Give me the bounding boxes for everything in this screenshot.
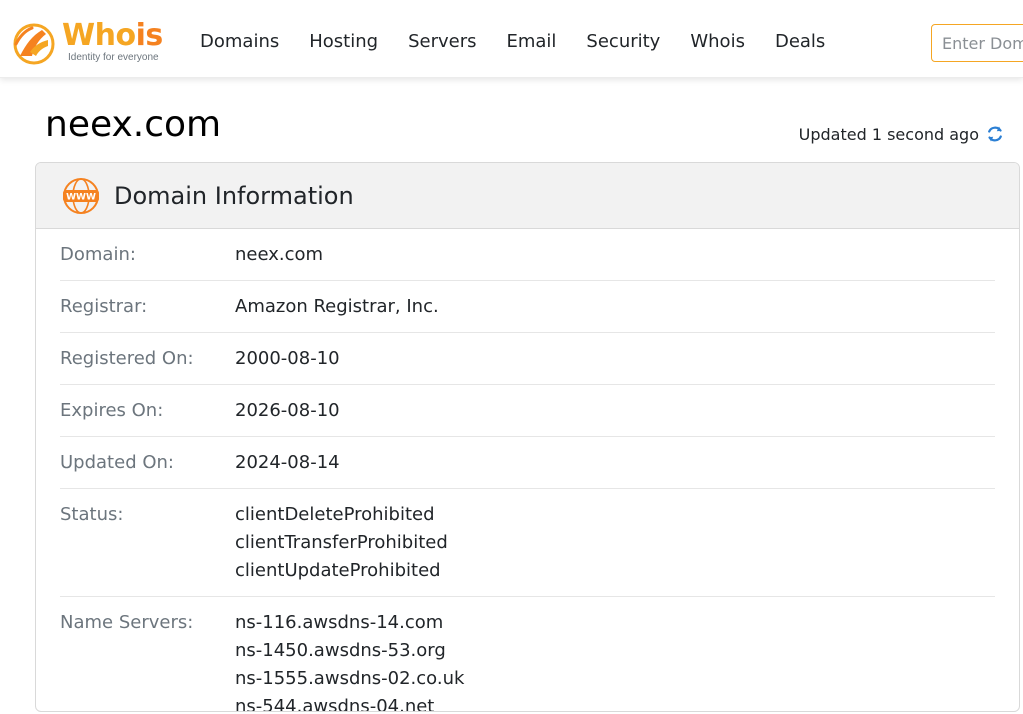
logo-wordmark: Whois — [62, 18, 163, 53]
row-label: Domain: — [60, 244, 136, 265]
nav-item-hosting[interactable]: Hosting — [309, 31, 378, 55]
card-header: WWW Domain Information — [36, 163, 1019, 229]
logo-word-accent: is — [135, 18, 164, 53]
row-value: ns-116.awsdns-14.com ns-1450.awsdns-53.o… — [235, 609, 465, 712]
row-value: neex.com — [235, 241, 323, 269]
row-value: Amazon Registrar, Inc. — [235, 293, 439, 321]
row-value: clientDeleteProhibited clientTransferPro… — [235, 501, 448, 585]
value-line: clientUpdateProhibited — [235, 560, 441, 581]
row-label: Name Servers: — [60, 612, 194, 633]
domain-information-card: WWW Domain Information Domain: neex.com … — [35, 162, 1020, 712]
nav-item-servers[interactable]: Servers — [408, 31, 476, 55]
value-line: 2024-08-14 — [235, 452, 340, 473]
domain-search-input[interactable] — [931, 24, 1023, 62]
row-label: Updated On: — [60, 452, 174, 473]
card-title: Domain Information — [114, 181, 354, 210]
row-value: 2026-08-10 — [235, 397, 340, 425]
nav-item-email[interactable]: Email — [506, 31, 556, 55]
logo-word-main: Who — [62, 18, 136, 53]
main-nav: Domains Hosting Servers Email Security W… — [200, 31, 855, 55]
nav-item-security[interactable]: Security — [586, 31, 660, 55]
site-logo[interactable]: Whois Identity for everyone — [12, 18, 172, 66]
value-line: clientDeleteProhibited — [235, 504, 435, 525]
logo-tagline: Identity for everyone — [68, 52, 159, 63]
row-label: Registrar: — [60, 296, 148, 317]
whois-logo-icon — [13, 23, 55, 65]
info-row-registered-on: Registered On: 2000-08-10 — [60, 333, 995, 385]
row-label: Expires On: — [60, 400, 164, 421]
value-line: ns-544.awsdns-04.net — [235, 696, 435, 712]
nav-item-domains[interactable]: Domains — [200, 31, 279, 55]
updated-text: Updated 1 second ago — [798, 124, 979, 144]
nav-item-whois[interactable]: Whois — [690, 31, 745, 55]
info-row-expires-on: Expires On: 2026-08-10 — [60, 385, 995, 437]
info-row-domain: Domain: neex.com — [60, 229, 995, 281]
info-row-updated-on: Updated On: 2024-08-14 — [60, 437, 995, 489]
info-row-status: Status: clientDeleteProhibited clientTra… — [60, 489, 995, 597]
row-label: Status: — [60, 504, 124, 525]
nav-item-deals[interactable]: Deals — [775, 31, 825, 55]
info-row-registrar: Registrar: Amazon Registrar, Inc. — [60, 281, 995, 333]
row-value: 2024-08-14 — [235, 449, 340, 477]
value-line: clientTransferProhibited — [235, 532, 448, 553]
svg-text:WWW: WWW — [66, 192, 96, 202]
value-line: ns-1450.awsdns-53.org — [235, 640, 446, 661]
page-title: neex.com — [45, 104, 222, 145]
domain-info-table: Domain: neex.com Registrar: Amazon Regis… — [36, 229, 1019, 712]
value-line: Amazon Registrar, Inc. — [235, 296, 439, 317]
row-label: Registered On: — [60, 348, 194, 369]
value-line: ns-116.awsdns-14.com — [235, 612, 444, 633]
refresh-icon[interactable] — [985, 124, 1005, 144]
row-value: 2000-08-10 — [235, 345, 340, 373]
value-line: 2026-08-10 — [235, 400, 340, 421]
www-icon: WWW — [63, 177, 99, 214]
value-line: 2000-08-10 — [235, 348, 340, 369]
value-line: neex.com — [235, 244, 324, 265]
info-row-name-servers: Name Servers: ns-116.awsdns-14.com ns-14… — [60, 597, 995, 712]
updated-status: Updated 1 second ago — [799, 124, 1005, 144]
top-navbar: Whois Identity for everyone Domains Host… — [0, 0, 1023, 78]
value-line: ns-1555.awsdns-02.co.uk — [235, 668, 465, 689]
